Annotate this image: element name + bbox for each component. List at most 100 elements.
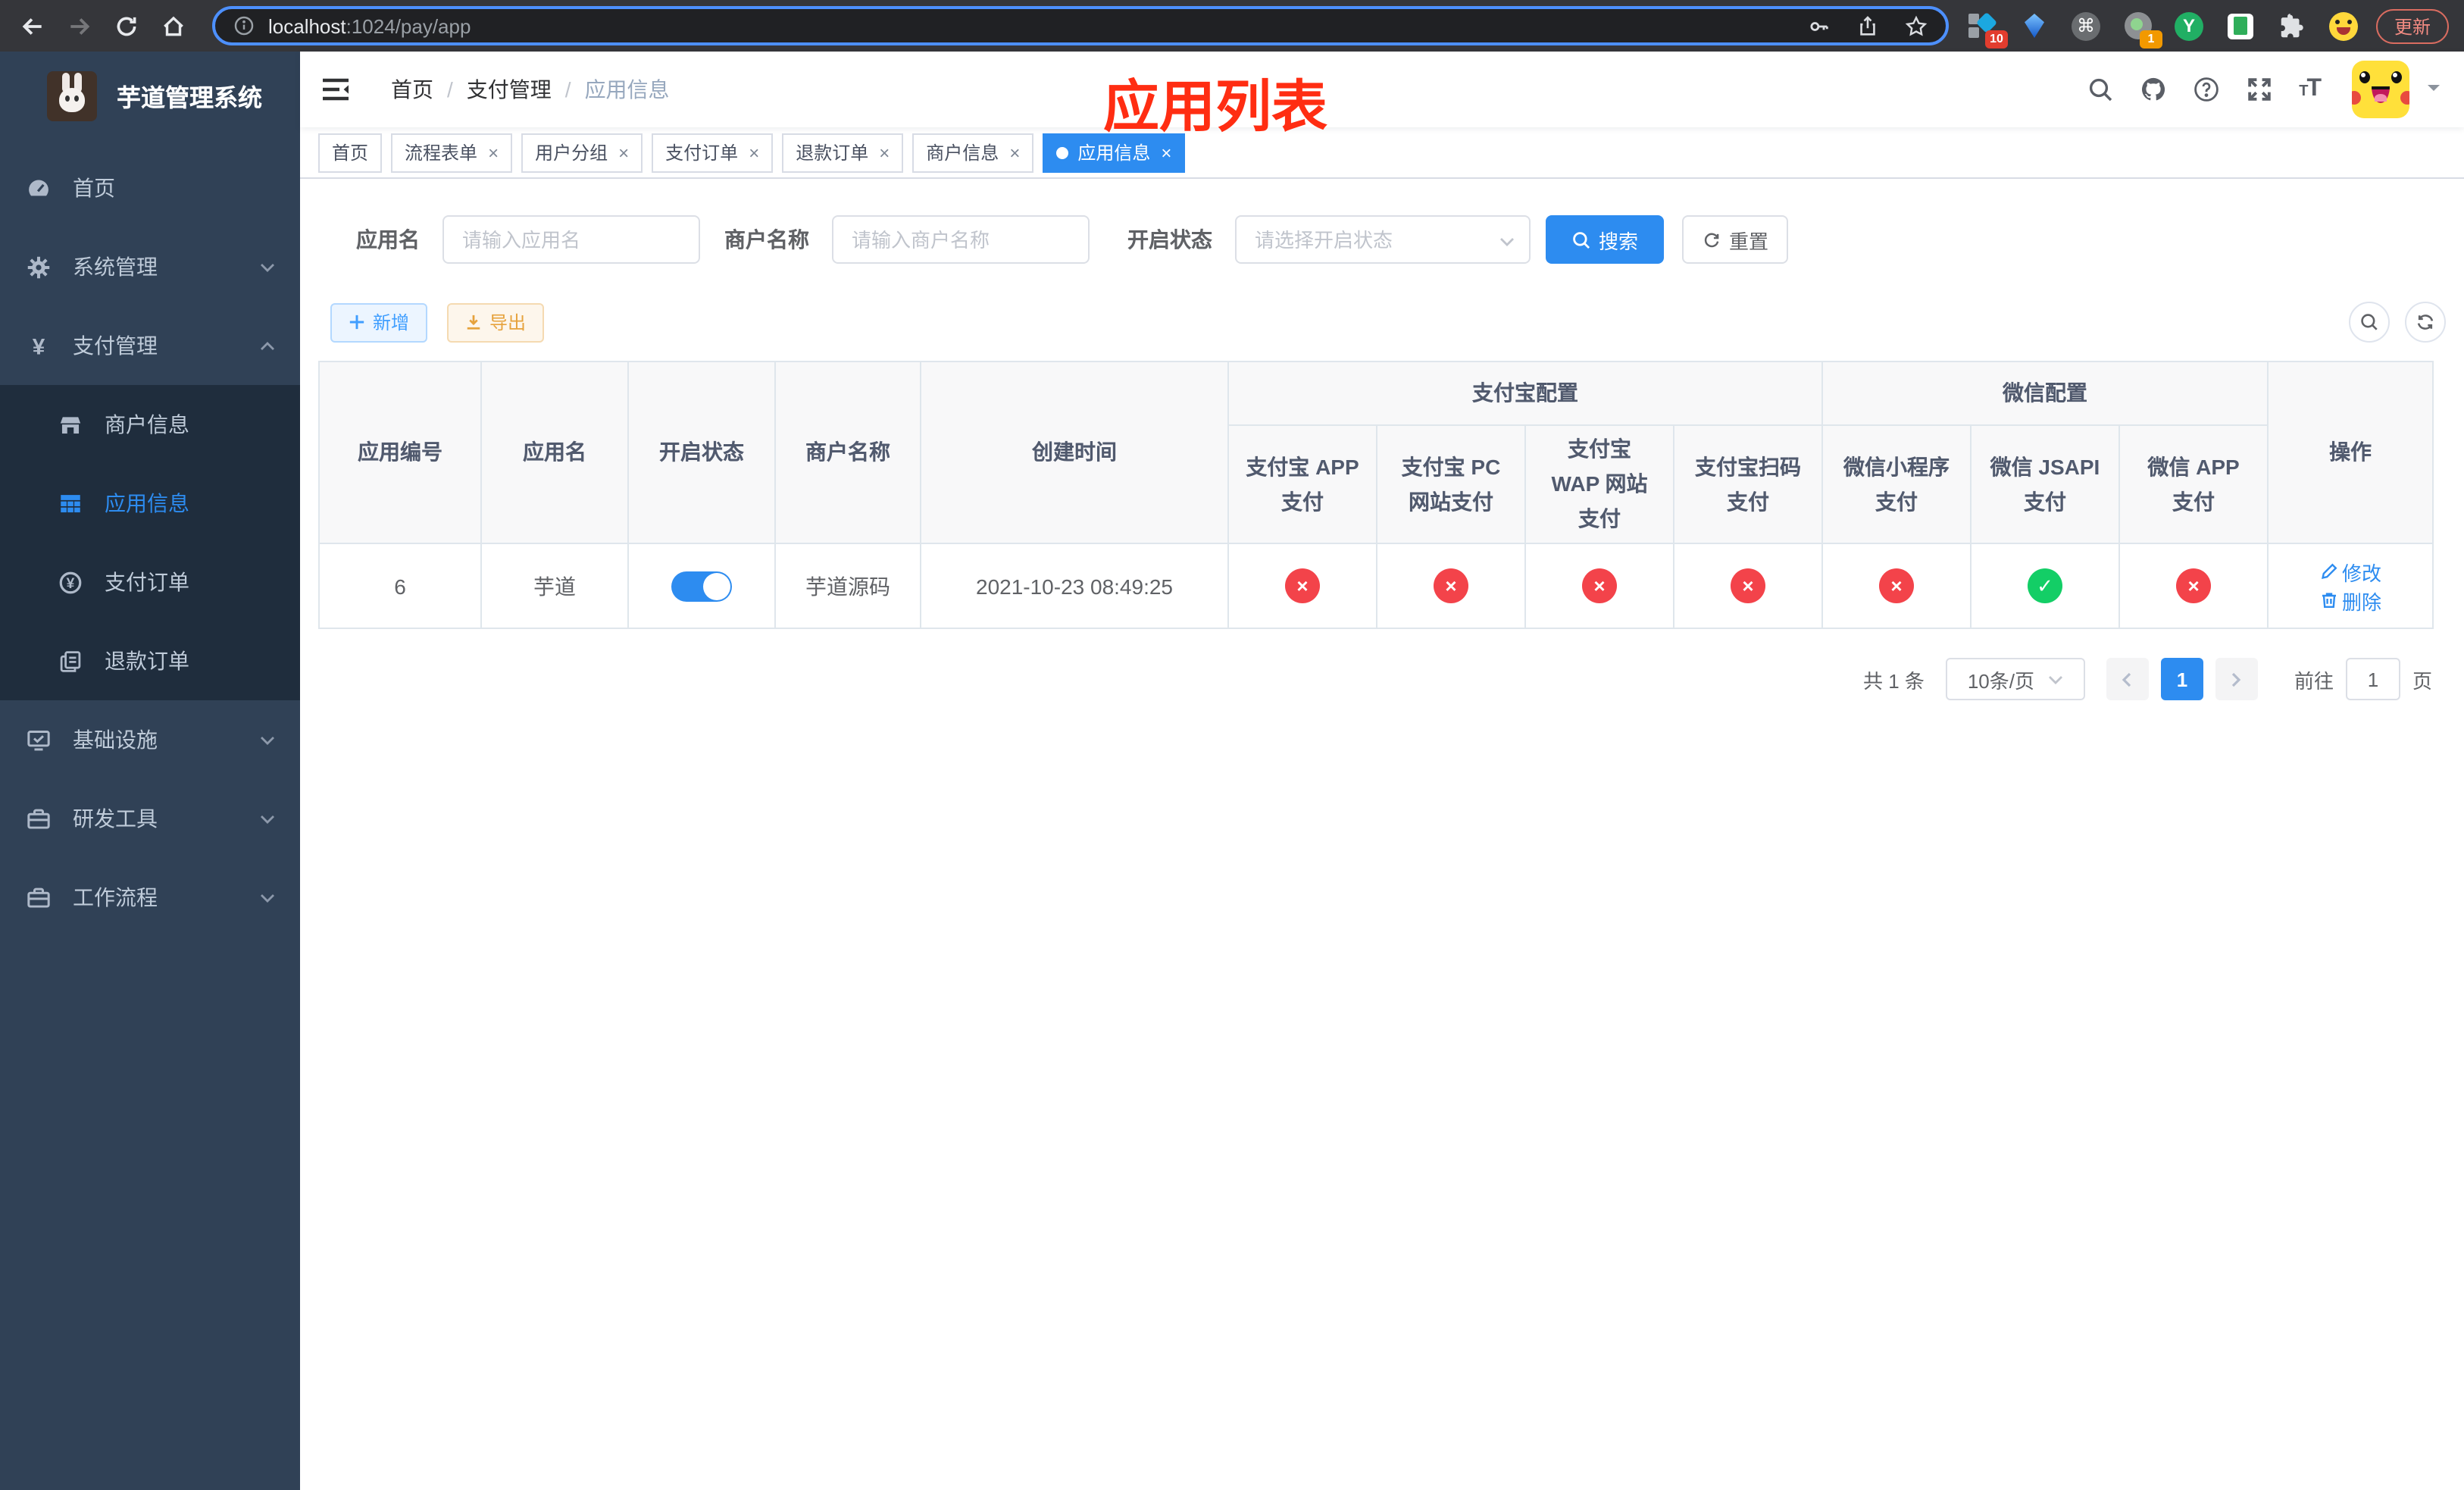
tab-首页[interactable]: 首页: [318, 133, 383, 172]
extension-session-icon[interactable]: 1: [2123, 11, 2162, 48]
yen-icon: ¥: [26, 333, 52, 358]
tab-支付订单[interactable]: 支付订单 ×: [652, 133, 774, 172]
col-alipay-wap: 支付宝 WAP 网站支付: [1524, 424, 1674, 544]
extension-notes-icon[interactable]: [2226, 11, 2255, 40]
profile-avatar-icon[interactable]: [2329, 11, 2358, 40]
github-icon[interactable]: [2140, 76, 2167, 103]
col-wechat-jsapi: 微信 JSAPI 支付: [1970, 424, 2120, 544]
avatar-dropdown-icon[interactable]: [2426, 76, 2441, 103]
browser-reload-icon[interactable]: [114, 13, 139, 39]
browser-update-button[interactable]: 更新: [2376, 8, 2450, 43]
status-cross-icon: ×: [1434, 568, 1468, 603]
app-name-input[interactable]: [442, 215, 700, 264]
chevron-down-icon: [259, 810, 276, 827]
sidebar-item-app-info[interactable]: 应用信息: [0, 464, 300, 543]
tab-流程表单[interactable]: 流程表单 ×: [391, 133, 513, 172]
status-cross-icon: ×: [1285, 568, 1320, 603]
extension-pinned-icon[interactable]: 10: [1968, 11, 2008, 48]
extension-command-icon[interactable]: ⌘: [2072, 11, 2100, 40]
bookmark-star-icon[interactable]: [1905, 14, 1928, 37]
tab-close-icon[interactable]: ×: [749, 143, 759, 161]
sidebar-item-label: 支付管理: [73, 333, 158, 358]
tab-label: 商户信息: [926, 142, 999, 164]
extension-gem-icon[interactable]: [2020, 11, 2049, 40]
page-number-1[interactable]: 1: [2160, 658, 2203, 700]
status-select[interactable]: [1235, 215, 1531, 264]
sidebar-item-merchant-info[interactable]: 商户信息: [0, 385, 300, 464]
tab-close-icon[interactable]: ×: [1009, 143, 1020, 161]
logo-rabbit-image: [47, 70, 97, 121]
cell-wechat-app-status: ×: [2118, 543, 2269, 629]
extensions-puzzle-icon[interactable]: [2278, 11, 2306, 40]
delete-button[interactable]: 删除: [2319, 586, 2381, 615]
password-key-icon[interactable]: [1808, 14, 1831, 37]
tab-label: 退款订单: [796, 142, 869, 164]
toggle-search-icon[interactable]: [2349, 302, 2390, 343]
merchant-name-label: 商户名称: [724, 227, 809, 252]
sidebar-item-payment[interactable]: ¥ 支付管理: [0, 306, 300, 385]
chevron-down-icon: [2047, 671, 2063, 687]
address-bar[interactable]: localhost:1024/pay/app: [212, 6, 1949, 45]
tab-close-icon[interactable]: ×: [1161, 143, 1171, 161]
breadcrumb-home[interactable]: 首页: [391, 74, 433, 105]
browser-forward-icon[interactable]: [67, 13, 92, 39]
page-size-select[interactable]: 10条/页: [1945, 658, 2085, 700]
status-select-input[interactable]: [1235, 215, 1531, 264]
sidebar-item-home[interactable]: 首页: [0, 149, 300, 227]
font-size-icon[interactable]: TT: [2299, 76, 2322, 103]
cell-alipay-qr-status: ×: [1673, 543, 1823, 629]
search-button[interactable]: 搜索: [1546, 215, 1664, 264]
cell-create-time: 2021-10-23 08:49:25: [920, 543, 1229, 629]
tab-close-icon[interactable]: ×: [488, 143, 499, 161]
sidebar-item-refund-orders[interactable]: 退款订单: [0, 621, 300, 700]
extension-y-icon[interactable]: Y: [2175, 11, 2203, 40]
tab-应用信息[interactable]: 应用信息 ×: [1043, 133, 1186, 172]
sidebar-item-pay-orders[interactable]: ¥ 支付订单: [0, 543, 300, 621]
status-cross-icon: ×: [1582, 568, 1617, 603]
cell-actions: 修改 删除: [2267, 543, 2434, 629]
add-button[interactable]: 新增: [330, 302, 428, 342]
header-search-icon[interactable]: [2087, 76, 2114, 103]
browser-home-icon[interactable]: [161, 13, 186, 39]
fullscreen-icon[interactable]: [2246, 76, 2273, 103]
merchant-name-input[interactable]: [832, 215, 1090, 264]
tab-close-icon[interactable]: ×: [618, 143, 629, 161]
cell-wechat-jsapi-status: ✓: [1970, 543, 2120, 629]
sidebar-item-dev-tools[interactable]: 研发工具: [0, 779, 300, 858]
tab-label: 用户分组: [535, 142, 608, 164]
tab-商户信息[interactable]: 商户信息 ×: [912, 133, 1034, 172]
sidebar-item-label: 系统管理: [73, 255, 158, 279]
pagination: 共 1 条 10条/页 1 前往 1 页: [318, 658, 2432, 700]
app-logo[interactable]: 芋道管理系统: [0, 52, 300, 139]
help-icon[interactable]: [2193, 76, 2220, 103]
next-page-button[interactable]: [2215, 658, 2258, 700]
tab-close-icon[interactable]: ×: [879, 143, 890, 161]
grid-icon: [58, 490, 83, 516]
tab-退款订单[interactable]: 退款订单 ×: [782, 133, 904, 172]
refresh-icon[interactable]: [2405, 302, 2446, 343]
extension-badge: 1: [2140, 30, 2162, 48]
sidebar-item-workflow[interactable]: 工作流程: [0, 858, 300, 937]
col-alipay-qr: 支付宝扫码支付: [1673, 424, 1823, 544]
browser-back-icon[interactable]: [20, 13, 45, 39]
goto-page-input[interactable]: [2345, 658, 2400, 700]
reset-button[interactable]: 重置: [1682, 215, 1788, 264]
status-label: 开启状态: [1127, 227, 1212, 252]
cell-alipay-wap-status: ×: [1524, 543, 1674, 629]
sidebar-item-label: 首页: [73, 176, 115, 200]
status-cross-icon: ×: [1731, 568, 1765, 603]
app-status-toggle[interactable]: [671, 571, 732, 601]
sidebar-collapse-icon[interactable]: [321, 77, 350, 102]
prev-page-button[interactable]: [2106, 658, 2149, 700]
tab-用户分组[interactable]: 用户分组 ×: [521, 133, 643, 172]
tab-label: 首页: [332, 142, 369, 164]
sidebar-item-system[interactable]: 系统管理: [0, 227, 300, 306]
col-wechat-app: 微信 APP 支付: [2118, 424, 2269, 544]
export-button[interactable]: 导出: [447, 302, 545, 342]
edit-button[interactable]: 修改: [2319, 557, 2381, 586]
user-avatar[interactable]: [2352, 61, 2409, 118]
share-icon[interactable]: [1856, 14, 1879, 37]
breadcrumb-payment[interactable]: 支付管理: [467, 74, 552, 105]
site-info-icon[interactable]: [233, 15, 255, 36]
sidebar-item-infrastructure[interactable]: 基础设施: [0, 700, 300, 779]
